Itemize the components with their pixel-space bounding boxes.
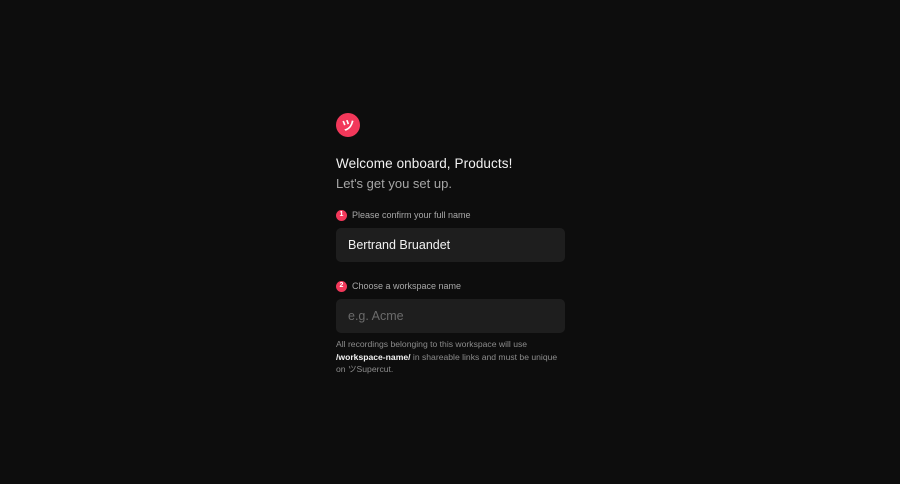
supercut-logo-icon: ツ bbox=[336, 113, 360, 137]
workspace-path-example: /workspace-name/ bbox=[336, 351, 411, 362]
step-number-badge: 2 bbox=[336, 280, 347, 292]
step-label: Please confirm your full name bbox=[352, 210, 471, 220]
step-workspace-label: 2 Choose a workspace name bbox=[336, 280, 565, 292]
page-subtitle: Let's get you set up. bbox=[336, 176, 452, 191]
step-full-name-label: 1 Please confirm your full name bbox=[336, 209, 565, 221]
help-text-part1: All recordings belonging to this workspa… bbox=[336, 339, 528, 349]
step-label: Choose a workspace name bbox=[352, 281, 462, 291]
onboarding-form: ツ Welcome onboard, Products! Let's get y… bbox=[336, 113, 565, 376]
full-name-input[interactable] bbox=[336, 228, 565, 262]
workspace-help-text: All recordings belonging to this workspa… bbox=[336, 338, 565, 376]
step-number-badge: 1 bbox=[336, 209, 347, 221]
workspace-name-input[interactable] bbox=[336, 299, 565, 333]
page-title: Welcome onboard, Products! bbox=[336, 156, 513, 171]
